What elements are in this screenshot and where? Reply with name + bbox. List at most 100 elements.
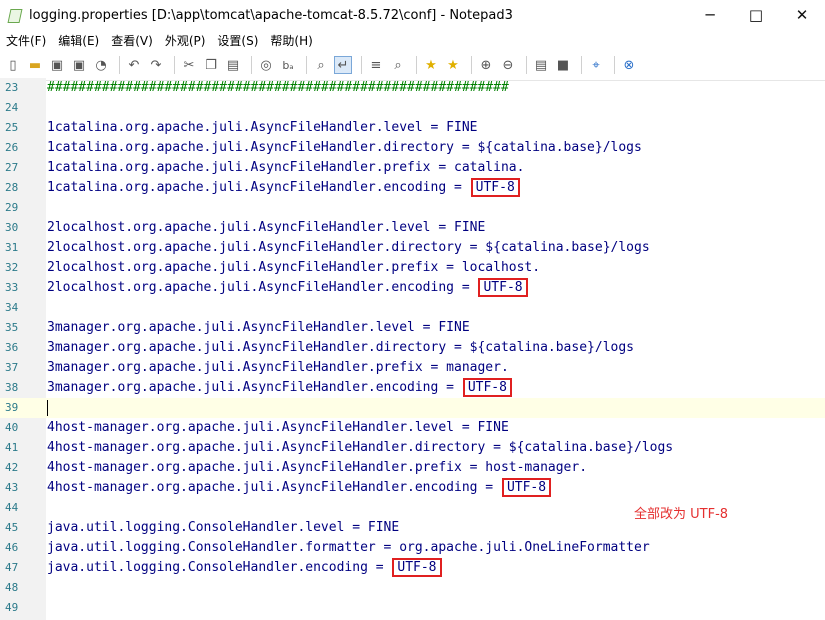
zoom-in-icon[interactable]: ⊕: [477, 56, 495, 74]
code-line[interactable]: 26 1catalina.org.apache.juli.AsyncFileHan…: [0, 138, 825, 158]
line-content: 1catalina.org.apache.juli.AsyncFileHandl…: [47, 180, 470, 195]
line-number: 24: [5, 101, 19, 114]
line-text: 4host-manager.org.apache.juli.AsyncFileH…: [47, 458, 587, 478]
line-text: java.util.logging.ConsoleHandler.level =…: [47, 518, 399, 538]
line-content: 3manager.org.apache.juli.AsyncFileHandle…: [47, 360, 509, 375]
maximize-icon[interactable]: □: [733, 0, 779, 30]
code-line[interactable]: 25 1catalina.org.apache.juli.AsyncFileHan…: [0, 118, 825, 138]
highlighted-value-box: UTF-8: [478, 278, 528, 297]
toolbar-separator: [306, 56, 307, 74]
word-wrap-icon[interactable]: ↵: [334, 56, 352, 74]
add-favorite-icon[interactable]: ★: [444, 56, 462, 74]
undo-icon[interactable]: ↶: [125, 56, 143, 74]
code-line[interactable]: 46 java.util.logging.ConsoleHandler.forma…: [0, 538, 825, 558]
zoom-out-icon[interactable]: ⊖: [499, 56, 517, 74]
redo-icon[interactable]: ↷: [147, 56, 165, 74]
annotation-note: 全部改为 UTF-8: [634, 507, 729, 522]
menu-settings[interactable]: 设置(S): [217, 32, 258, 49]
line-content: 2localhost.org.apache.juli.AsyncFileHand…: [47, 280, 478, 295]
line-number: 31: [5, 241, 19, 254]
minimize-icon[interactable]: ─: [687, 0, 733, 30]
line-text: 3manager.org.apache.juli.AsyncFileHandle…: [47, 318, 470, 338]
line-number: 26: [5, 141, 19, 154]
open-folder-icon[interactable]: ▬: [26, 56, 44, 74]
menu-file[interactable]: 文件(F): [6, 32, 46, 49]
favorite-icon[interactable]: ★: [422, 56, 440, 74]
code-line[interactable]: 38 3manager.org.apache.juli.AsyncFileHand…: [0, 378, 825, 398]
toolbar: ▯ ▬ ▣ ▣ ◔ ↶ ↷ ✂ ❐ ▤ ◎ bₐ ⌕ ↵ ≡ ⌕ ★ ★ ⊕ ⊖…: [0, 50, 825, 81]
line-number: 30: [5, 221, 19, 234]
code-line[interactable]: 39: [0, 398, 825, 418]
code-line[interactable]: 24: [0, 98, 825, 118]
code-line[interactable]: 42 4host-manager.org.apache.juli.AsyncFil…: [0, 458, 825, 478]
code-line[interactable]: 30 2localhost.org.apache.juli.AsyncFileHa…: [0, 218, 825, 238]
menu-appearance[interactable]: 外观(P): [165, 32, 206, 49]
code-line[interactable]: 37 3manager.org.apache.juli.AsyncFileHand…: [0, 358, 825, 378]
line-content: 3manager.org.apache.juli.AsyncFileHandle…: [47, 380, 462, 395]
line-number: 47: [5, 561, 19, 574]
line-number: 45: [5, 521, 19, 534]
line-text: 1catalina.org.apache.juli.AsyncFileHandl…: [47, 178, 520, 198]
highlighted-value-box: UTF-8: [470, 178, 520, 197]
code-line[interactable]: 35 3manager.org.apache.juli.AsyncFileHand…: [0, 318, 825, 338]
line-content: java.util.logging.ConsoleHandler.formatt…: [47, 540, 650, 555]
line-content: 1catalina.org.apache.juli.AsyncFileHandl…: [47, 140, 642, 155]
schemes-icon[interactable]: ▤: [532, 56, 550, 74]
line-content: 4host-manager.org.apache.juli.AsyncFileH…: [47, 420, 509, 435]
find-in-files-icon[interactable]: ⌕: [312, 56, 330, 74]
replace-icon[interactable]: bₐ: [279, 56, 297, 74]
text-caret: [47, 400, 48, 416]
code-line[interactable]: 29: [0, 198, 825, 218]
toolbar-separator: [361, 56, 362, 74]
code-line[interactable]: 41 4host-manager.org.apache.juli.AsyncFil…: [0, 438, 825, 458]
console-icon[interactable]: ■: [554, 56, 572, 74]
goto-icon[interactable]: ≡: [367, 56, 385, 74]
save-icon[interactable]: ▣: [48, 56, 66, 74]
code-line[interactable]: 40 4host-manager.org.apache.juli.AsyncFil…: [0, 418, 825, 438]
menu-edit[interactable]: 编辑(E): [58, 32, 99, 49]
line-content: 2localhost.org.apache.juli.AsyncFileHand…: [47, 220, 486, 235]
toolbar-separator: [119, 56, 120, 74]
line-number: 25: [5, 121, 19, 134]
save-as-icon[interactable]: ▣: [70, 56, 88, 74]
line-text: 2localhost.org.apache.juli.AsyncFileHand…: [47, 278, 528, 298]
menu-view[interactable]: 查看(V): [111, 32, 153, 49]
cut-icon[interactable]: ✂: [180, 56, 198, 74]
line-content: 2localhost.org.apache.juli.AsyncFileHand…: [47, 260, 541, 275]
close-icon[interactable]: ✕: [779, 0, 825, 30]
line-text: java.util.logging.ConsoleHandler.formatt…: [47, 538, 650, 558]
editor-area[interactable]: 23 ######################################…: [0, 78, 825, 620]
code-line[interactable]: 33 2localhost.org.apache.juli.AsyncFileHa…: [0, 278, 825, 298]
code-line[interactable]: 47 java.util.logging.ConsoleHandler.encod…: [0, 558, 825, 578]
browse-icon[interactable]: ◔: [92, 56, 110, 74]
code-line[interactable]: 31 2localhost.org.apache.juli.AsyncFileHa…: [0, 238, 825, 258]
close-file-icon[interactable]: ⊗: [620, 56, 638, 74]
find-icon[interactable]: ◎: [257, 56, 275, 74]
line-text: 1catalina.org.apache.juli.AsyncFileHandl…: [47, 138, 642, 158]
toolbar-separator: [526, 56, 527, 74]
code-line[interactable]: 43 4host-manager.org.apache.juli.AsyncFil…: [0, 478, 825, 498]
code-line[interactable]: 36 3manager.org.apache.juli.AsyncFileHand…: [0, 338, 825, 358]
code-line[interactable]: 28 1catalina.org.apache.juli.AsyncFileHan…: [0, 178, 825, 198]
copy-icon[interactable]: ❐: [202, 56, 220, 74]
line-number: 44: [5, 501, 19, 514]
code-line[interactable]: 27 1catalina.org.apache.juli.AsyncFileHan…: [0, 158, 825, 178]
code-line[interactable]: 23 ######################################…: [0, 78, 825, 98]
pin-icon[interactable]: ⌖: [587, 56, 605, 74]
title-bar: logging.properties [D:\app\tomcat\apache…: [0, 0, 825, 30]
menu-help[interactable]: 帮助(H): [270, 32, 312, 49]
code-line[interactable]: 49: [0, 598, 825, 618]
line-number: 23: [5, 81, 19, 94]
new-file-icon[interactable]: ▯: [4, 56, 22, 74]
line-content: 3manager.org.apache.juli.AsyncFileHandle…: [47, 320, 470, 335]
code-line[interactable]: 34: [0, 298, 825, 318]
code-line[interactable]: 32 2localhost.org.apache.juli.AsyncFileHa…: [0, 258, 825, 278]
menu-bar: 文件(F) 编辑(E) 查看(V) 外观(P) 设置(S) 帮助(H): [0, 30, 825, 50]
toolbar-separator: [581, 56, 582, 74]
paste-icon[interactable]: ▤: [224, 56, 242, 74]
code-line[interactable]: 48: [0, 578, 825, 598]
toolbar-separator: [251, 56, 252, 74]
line-text: 3manager.org.apache.juli.AsyncFileHandle…: [47, 338, 634, 358]
line-number: 37: [5, 361, 19, 374]
search-highlight-icon[interactable]: ⌕: [389, 56, 407, 74]
